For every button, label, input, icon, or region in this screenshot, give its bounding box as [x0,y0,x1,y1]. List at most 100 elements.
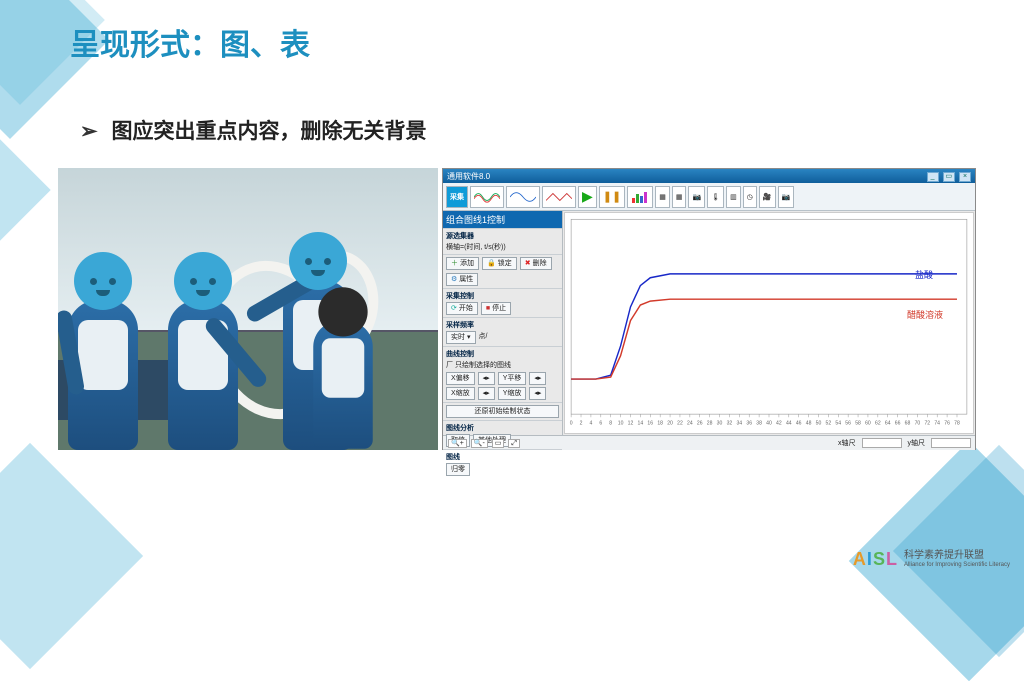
zoom-controls[interactable]: 🔍+ 🔍- ▭ ⤢ [447,439,521,448]
chart-area: 0246810121416182022242628303234363840424… [564,212,974,434]
stepper[interactable]: ◂▸ [529,387,546,400]
start-button[interactable]: ⟳开始 [446,302,478,315]
y-shift[interactable]: Y平移 [498,372,527,385]
stop-button[interactable]: ■停止 [481,302,511,315]
svg-text:4: 4 [589,421,592,427]
capture-section-header: 采集控制 [446,291,559,301]
zoom-in-icon[interactable]: 🔍+ [448,439,467,448]
brand-zh: 科学素养提升联盟 [904,551,1010,562]
temp-icon[interactable]: 🌡 [707,186,724,208]
y-axis-label: y轴尺 [908,438,926,448]
svg-text:42: 42 [776,421,782,427]
collect-button[interactable]: 采集 [446,186,468,208]
svg-text:44: 44 [786,421,792,427]
series-b-label: 醋酸溶液 [907,308,943,321]
chart-svg: 0246810121416182022242628303234363840424… [565,213,973,433]
wave-preview-3[interactable] [542,186,576,208]
svg-text:12: 12 [628,421,634,427]
toolbar: 采集 ▶ ❚❚ ▦ ▦ 📷 🌡 ▥ ◷ 🎥 📷 [443,183,975,211]
prop-button[interactable]: ⚙属性 [446,273,478,286]
zoom-fit-icon[interactable]: ▭ [492,439,505,448]
svg-text:66: 66 [895,421,901,427]
play-button[interactable]: ▶ [578,186,597,208]
bullet-arrow-icon: ➢ [80,120,98,143]
svg-text:72: 72 [924,421,930,427]
line-section-header: 图线 [446,452,559,462]
svg-text:64: 64 [885,421,891,427]
svg-text:50: 50 [816,421,822,427]
zoom-reset-icon[interactable]: ⤢ [508,439,520,448]
svg-text:58: 58 [855,421,861,427]
panel-title: 组合图线1控制 [443,211,562,228]
svg-text:18: 18 [657,421,663,427]
grid-icon[interactable]: ▦ [655,186,670,208]
svg-text:46: 46 [796,421,802,427]
lock-button[interactable]: 🔒锁定 [482,257,517,270]
svg-text:10: 10 [618,421,624,427]
camera-icon[interactable]: 📷 [688,186,705,208]
window-titlebar: 通用软件8.0 _ ▭ × [443,169,975,183]
x-scale[interactable]: X缩放 [446,387,475,400]
svg-text:30: 30 [717,421,723,427]
curve-checkbox-label[interactable]: 厂 只绘制选择的图线 [446,360,559,370]
svg-text:0: 0 [570,421,573,427]
delete-button[interactable]: ✖删除 [520,257,552,270]
bullet-text: 图应突出重点内容，删除无关背景 [111,120,426,143]
freq-select[interactable]: 实时 ▾ [446,331,476,344]
x-axis-input[interactable] [862,438,902,448]
stepper[interactable]: ◂▸ [478,372,495,385]
source-section-header: 源选集器 [446,231,559,241]
svg-text:24: 24 [687,421,693,427]
video-icon[interactable]: 🎥 [759,186,776,208]
example-photo [58,168,438,450]
grid2-icon[interactable]: ▦ [672,186,687,208]
minimize-button[interactable]: _ [927,172,939,182]
svg-text:28: 28 [707,421,713,427]
x-axis-label: x轴尺 [838,438,856,448]
add-button[interactable]: ＋添加 [446,257,479,270]
axis-desc: 横轴=(时间, t/s(秒)) [446,242,559,252]
stepper[interactable]: ◂▸ [529,372,546,385]
brand-logo: AISL 科学素养提升联盟 Alliance for Improving Sci… [853,549,1010,570]
analysis-section-header: 图线分析 [446,423,559,433]
wave-preview-1[interactable] [470,186,504,208]
svg-text:60: 60 [865,421,871,427]
svg-text:78: 78 [954,421,960,427]
wave-preview-2[interactable] [506,186,540,208]
software-window: 通用软件8.0 _ ▭ × 采集 ▶ ❚❚ ▦ ▦ 📷 🌡 ▥ ◷ 🎥 📷 [442,168,976,450]
pause-button[interactable]: ❚❚ [599,186,625,208]
svg-text:14: 14 [638,421,644,427]
maximize-button[interactable]: ▭ [943,172,955,182]
chip-icon[interactable]: ▥ [726,186,741,208]
zoom-out-icon[interactable]: 🔍- [471,439,488,448]
toolbar-spectrum-icon[interactable] [627,186,653,208]
y-scale[interactable]: Y缩放 [498,387,527,400]
svg-text:54: 54 [835,421,841,427]
gauge-icon[interactable]: ◷ [743,186,757,208]
svg-text:8: 8 [609,421,612,427]
brand-en: Alliance for Improving Scientific Litera… [904,562,1010,568]
svg-text:76: 76 [944,421,950,427]
svg-text:62: 62 [875,421,881,427]
svg-text:26: 26 [697,421,703,427]
freq-section-header: 采样频率 [446,320,559,330]
curve-section-header: 曲线控制 [446,349,559,359]
svg-text:36: 36 [746,421,752,427]
reset-button[interactable]: 归零 [446,463,470,476]
svg-text:74: 74 [934,421,940,427]
camera2-icon[interactable]: 📷 [778,186,795,208]
stepper[interactable]: ◂▸ [478,387,495,400]
deco-triangle [0,443,143,669]
close-button[interactable]: × [959,172,971,182]
svg-text:34: 34 [736,421,742,427]
slide-bullet: ➢ 图应突出重点内容，删除无关背景 [80,115,426,145]
restore-button[interactable]: 还原初始绘制状态 [446,405,559,418]
window-title-text: 通用软件8.0 [447,171,490,182]
svg-text:20: 20 [667,421,673,427]
svg-text:6: 6 [599,421,602,427]
y-axis-input[interactable] [931,438,971,448]
x-shift[interactable]: X偏移 [446,372,475,385]
svg-text:16: 16 [647,421,653,427]
svg-text:52: 52 [826,421,832,427]
svg-text:70: 70 [915,421,921,427]
